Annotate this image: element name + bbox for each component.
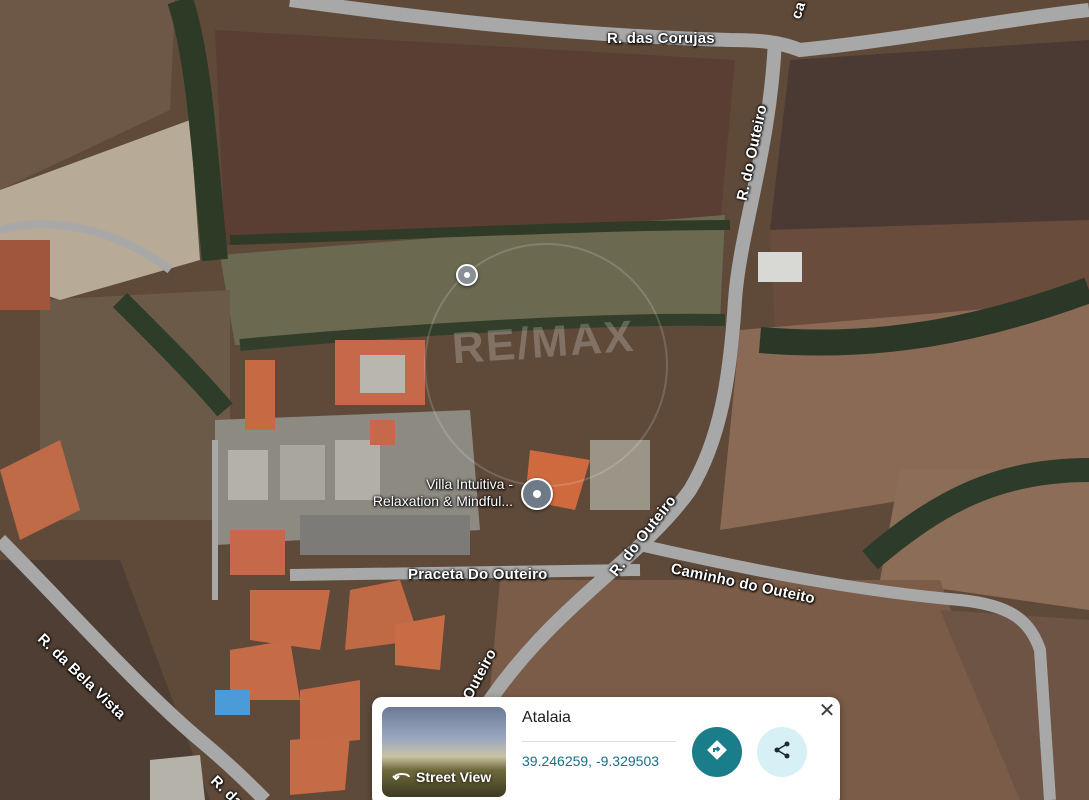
share-icon [772, 740, 792, 765]
road-label-praceta-do-outeiro: Praceta Do Outeiro [408, 566, 548, 583]
location-title: Atalaia [522, 709, 571, 726]
street-view-thumbnail[interactable]: Street View [382, 707, 506, 797]
location-info-card: Street View Atalaia 39.246259, -9.329503 [372, 697, 840, 800]
share-button[interactable] [757, 727, 807, 777]
street-view-label: Street View [416, 768, 492, 785]
satellite-map[interactable]: RE/MAX R. das Corujas R. do Outeiro ca R… [0, 0, 1089, 800]
street-view-icon [392, 768, 412, 785]
directions-button[interactable] [692, 727, 742, 777]
place-label-line1: Villa Intuitiva - [426, 476, 513, 492]
street-view-button[interactable]: Street View [392, 768, 491, 785]
place-label[interactable]: Villa Intuitiva - Relaxation & Mindful..… [341, 476, 513, 510]
directions-icon [706, 739, 728, 766]
place-pin-icon[interactable] [521, 478, 553, 510]
close-icon: ✕ [818, 699, 836, 722]
location-pin-icon[interactable] [456, 264, 478, 286]
road-label-das-corujas: R. das Corujas [607, 30, 715, 47]
location-coordinates[interactable]: 39.246259, -9.329503 [522, 753, 659, 769]
card-divider [522, 741, 676, 742]
close-button[interactable]: ✕ [816, 699, 838, 722]
place-label-line2: Relaxation & Mindful... [372, 493, 513, 509]
